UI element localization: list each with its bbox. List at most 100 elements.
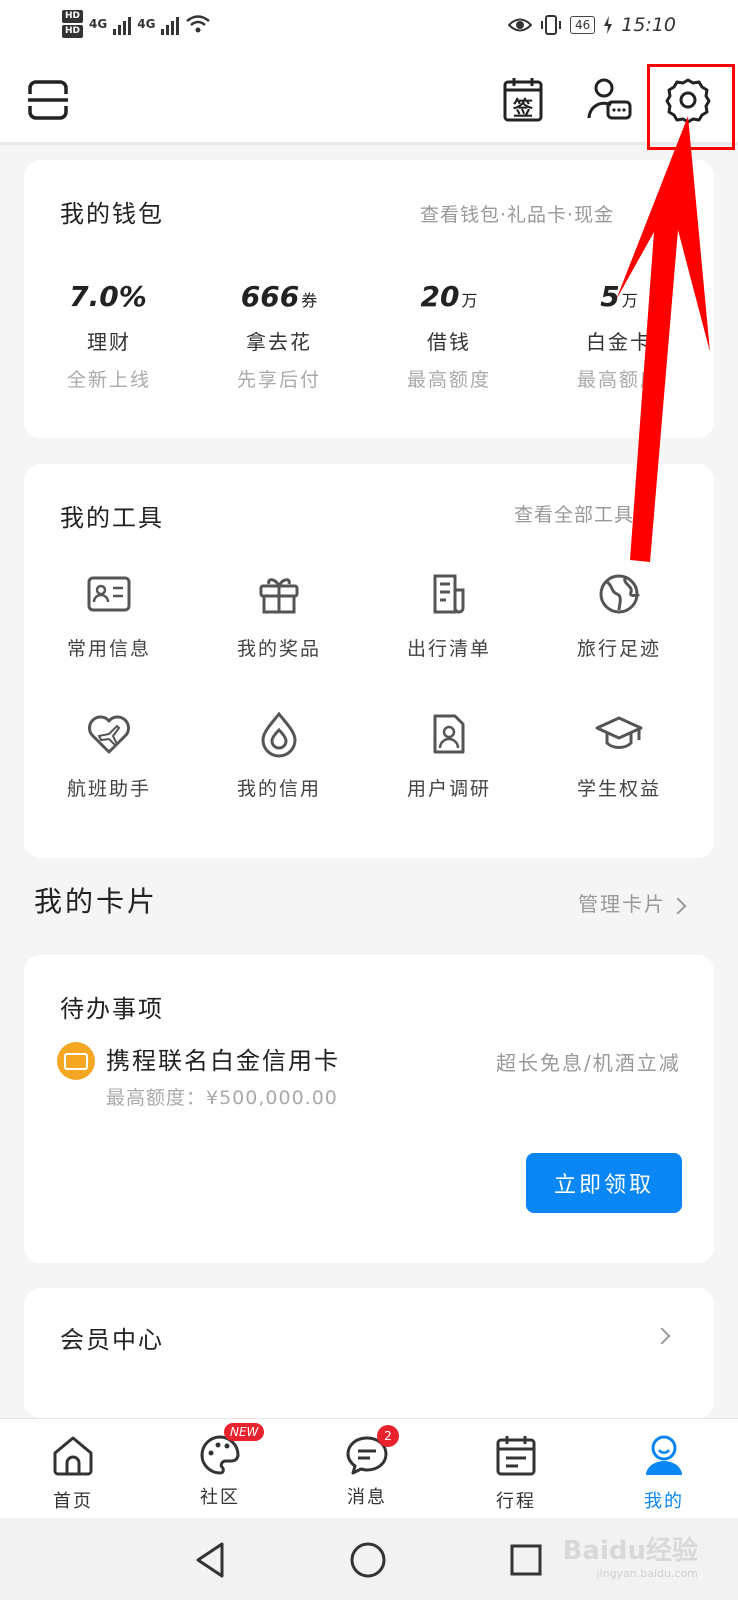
- eye-icon: [507, 18, 532, 32]
- top-bar: 签: [0, 58, 738, 145]
- tab-home[interactable]: 首页: [23, 1433, 123, 1513]
- wallet-sub: 最高额度: [576, 369, 661, 391]
- wallet-name: 拿去花: [246, 330, 312, 354]
- customer-service-button[interactable]: [586, 76, 632, 122]
- credit-card-icon: [57, 1042, 95, 1080]
- chevron-right-icon: [669, 897, 687, 914]
- wallet-name: 理财: [87, 330, 131, 354]
- tab-label: 社区: [200, 1487, 240, 1508]
- member-title: 会员中心: [60, 1326, 164, 1354]
- tool-student-benefits[interactable]: 学生权益: [534, 710, 704, 801]
- charging-icon: [604, 16, 613, 34]
- cards-section-title: 我的卡片: [34, 885, 159, 918]
- wallet-sub: 先享后付: [236, 369, 321, 391]
- annotation-highlight-box: [647, 64, 735, 150]
- tool-my-prizes[interactable]: 我的奖品: [194, 570, 364, 661]
- tool-label: 学生权益: [576, 778, 661, 800]
- battery-level: 46: [569, 16, 596, 34]
- tool-label: 用户调研: [406, 778, 491, 800]
- tool-label: 我的信用: [236, 778, 321, 800]
- tool-user-survey[interactable]: 用户调研: [364, 710, 534, 801]
- system-nav-bar: Baidu经验 jingyan.baidu.com: [0, 1518, 738, 1600]
- tool-label: 我的奖品: [236, 638, 321, 660]
- signal-icon: [113, 13, 132, 35]
- tools-card: 我的工具 查看全部工具 常用信息 我的奖品 出行清单 旅行足迹 航班助手 我的信…: [24, 464, 714, 858]
- scan-icon: [28, 80, 68, 120]
- member-center-card[interactable]: 会员中心: [24, 1288, 714, 1418]
- hd1-badge: HD: [62, 10, 84, 23]
- vibrate-icon: [540, 15, 561, 35]
- claim-now-button[interactable]: 立即领取: [526, 1153, 682, 1213]
- tab-label: 消息: [347, 1487, 387, 1508]
- tool-label: 出行清单: [406, 638, 491, 660]
- tab-label: 行程: [496, 1491, 536, 1512]
- todo-card: 待办事项 携程联名白金信用卡 超长免息/机酒立减 最高额度：¥500,000.0…: [24, 955, 714, 1263]
- promo-description: 超长免息/机酒立减: [496, 1051, 681, 1075]
- tool-flight-assistant[interactable]: 航班助手: [24, 710, 194, 801]
- hd-indicators: HD HD: [62, 10, 84, 38]
- chevron-right-icon: [653, 1327, 671, 1345]
- wallet-item-platinum-card[interactable]: 5万 白金卡 最高额度: [534, 280, 704, 392]
- customer-service-icon: [587, 78, 632, 120]
- tool-travel-footprint[interactable]: 旅行足迹: [534, 570, 704, 661]
- tool-label: 航班助手: [66, 778, 151, 800]
- gift-icon: [259, 578, 299, 614]
- scan-button[interactable]: [26, 80, 70, 120]
- tools-title: 我的工具: [60, 504, 164, 532]
- tab-profile[interactable]: 我的: [614, 1433, 714, 1513]
- wallet-value: 20 万: [420, 280, 478, 313]
- credit-drop-icon: [261, 711, 297, 758]
- tool-my-credit[interactable]: 我的信用: [194, 710, 364, 801]
- status-bar: HD HD 4G 4G 46 15:10: [0, 0, 738, 58]
- survey-icon: [433, 714, 465, 754]
- promo-limit: 最高额度：¥500,000.00: [106, 1087, 338, 1109]
- tab-label: 首页: [53, 1491, 93, 1512]
- wallet-item-finance[interactable]: 7.0% 理财 全新上线: [24, 280, 194, 392]
- baidu-watermark: Baidu经验 jingyan.baidu.com: [562, 1536, 698, 1580]
- home-circle-icon[interactable]: [346, 1538, 390, 1582]
- tab-itinerary[interactable]: 行程: [466, 1433, 566, 1513]
- new-badge: NEW: [224, 1423, 265, 1441]
- wallet-value: 666 券: [240, 280, 318, 313]
- network2-label: 4G: [137, 17, 156, 31]
- flight-heart-icon: [88, 715, 130, 754]
- sign-in-button[interactable]: 签: [502, 76, 544, 124]
- tab-messages[interactable]: 2 消息: [317, 1425, 417, 1509]
- wallet-title: 我的钱包: [60, 200, 164, 228]
- status-left: HD HD 4G 4G: [62, 10, 211, 38]
- message-count-badge: 2: [377, 1425, 399, 1447]
- wallet-item-borrow[interactable]: 20 万 借钱 最高额度: [364, 280, 534, 392]
- calendar-icon: [496, 1436, 536, 1476]
- graduation-cap-icon: [595, 716, 643, 749]
- status-right: 46 15:10: [507, 14, 676, 36]
- promo-title[interactable]: 携程联名白金信用卡: [106, 1041, 340, 1076]
- signal2-icon: [161, 13, 180, 35]
- tools-link[interactable]: 查看全部工具: [514, 500, 655, 527]
- hd2-badge: HD: [62, 25, 84, 38]
- wallet-name: 白金卡: [586, 330, 652, 354]
- wallet-name: 借钱: [427, 330, 471, 354]
- tab-community[interactable]: NEW 社区: [170, 1423, 270, 1509]
- wallet-item-pay-later[interactable]: 666 券 拿去花 先享后付: [194, 280, 364, 392]
- tab-label: 我的: [644, 1491, 684, 1512]
- back-icon[interactable]: [190, 1538, 234, 1582]
- tool-label: 旅行足迹: [576, 638, 661, 660]
- network1-label: 4G: [89, 17, 108, 31]
- todo-title: 待办事项: [60, 995, 164, 1023]
- wallet-sub: 最高额度: [406, 369, 491, 391]
- wallet-link[interactable]: 查看钱包·礼品卡·现金: [420, 200, 614, 227]
- wallet-value: 7.0%: [69, 280, 147, 313]
- tool-label: 常用信息: [66, 638, 151, 660]
- bottom-tab-bar: 首页 NEW 社区 2 消息 行程 我的: [0, 1418, 738, 1519]
- manage-cards-link[interactable]: 管理卡片: [578, 888, 687, 917]
- wifi-icon: [186, 15, 211, 33]
- wallet-sub: 全新上线: [66, 369, 151, 391]
- clock: 15:10: [621, 14, 676, 36]
- home-icon: [53, 1436, 93, 1476]
- globe-icon: [599, 574, 641, 614]
- tool-travel-checklist[interactable]: 出行清单: [364, 570, 534, 661]
- wallet-value: 5万: [600, 280, 638, 313]
- recents-icon[interactable]: [504, 1538, 548, 1582]
- checklist-icon: [433, 574, 465, 614]
- tool-common-info[interactable]: 常用信息: [24, 570, 194, 661]
